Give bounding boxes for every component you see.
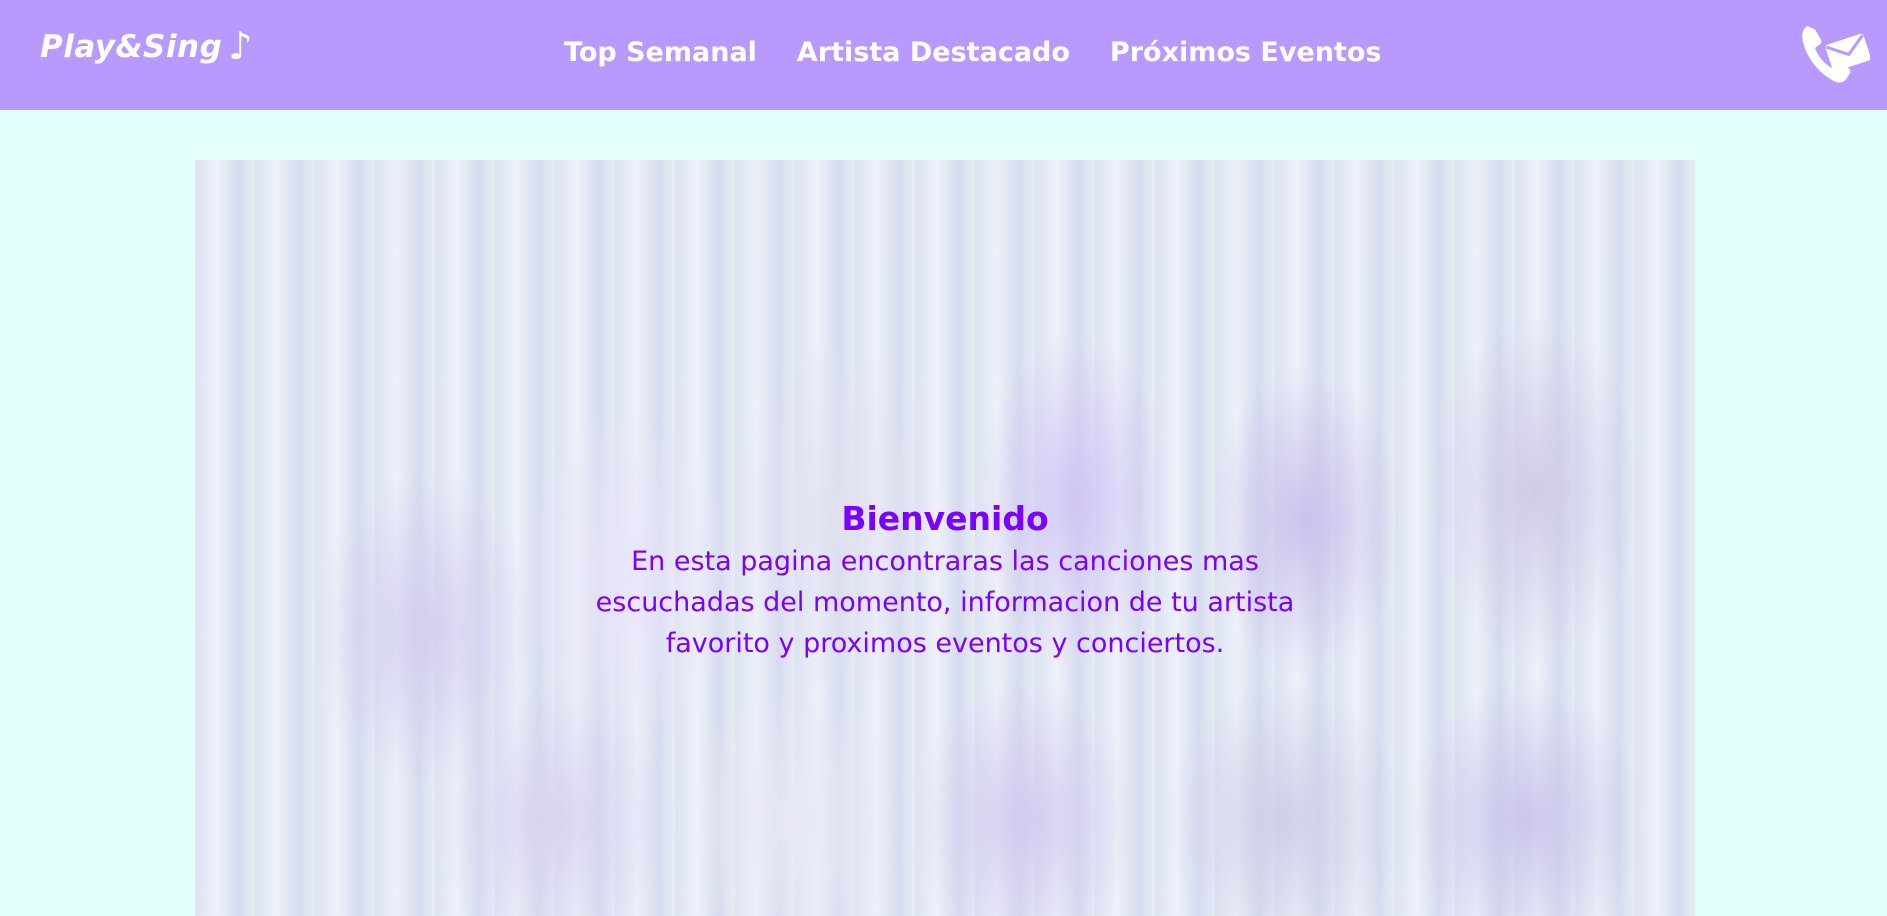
nav-link-artista-destacado[interactable]: Artista Destacado xyxy=(797,35,1070,71)
nav-link-top-semanal[interactable]: Top Semanal xyxy=(564,35,757,71)
hero-banner: Bienvenido En esta pagina encontraras la… xyxy=(195,160,1695,916)
logo-text: Play&Sing xyxy=(40,29,223,65)
phone-mail-icon[interactable] xyxy=(1800,20,1871,86)
hero-description: En esta pagina encontraras las canciones… xyxy=(595,546,1295,659)
music-note-icon: ♪ xyxy=(228,24,254,68)
hero-text: Bienvenido En esta pagina encontraras la… xyxy=(195,497,1695,664)
site-header: Play&Sing ♪ Top Semanal Artista Destacado… xyxy=(0,0,1887,110)
main-nav: Top Semanal Artista Destacado Próximos E… xyxy=(564,35,1382,71)
site-logo[interactable]: Play&Sing ♪ xyxy=(40,24,253,68)
nav-link-proximos-eventos[interactable]: Próximos Eventos xyxy=(1110,35,1382,71)
hero-title: Bienvenido xyxy=(841,499,1049,538)
